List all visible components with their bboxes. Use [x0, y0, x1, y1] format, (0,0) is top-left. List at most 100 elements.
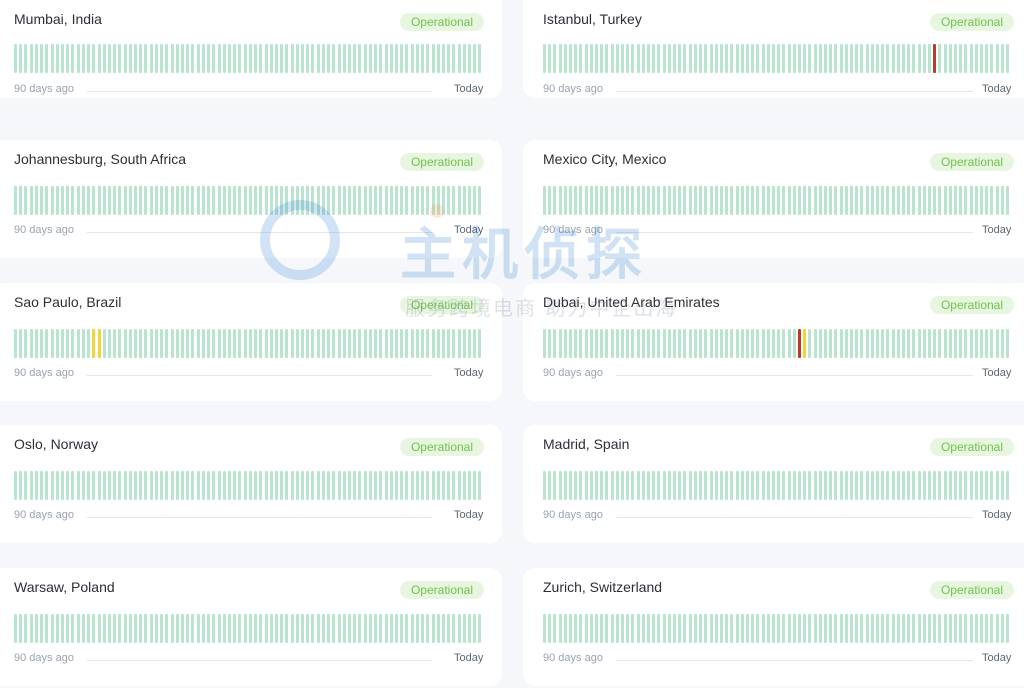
- uptime-day-bar[interactable]: [714, 186, 718, 215]
- uptime-day-bar[interactable]: [943, 471, 947, 500]
- uptime-day-bar[interactable]: [797, 44, 801, 73]
- uptime-day-bar[interactable]: [881, 44, 885, 73]
- uptime-day-bar[interactable]: [928, 44, 932, 73]
- uptime-day-bar[interactable]: [579, 329, 583, 358]
- uptime-day-bar[interactable]: [468, 614, 472, 643]
- uptime-day-bar[interactable]: [175, 44, 179, 73]
- uptime-day-bar[interactable]: [813, 614, 817, 643]
- uptime-day-bar[interactable]: [400, 614, 404, 643]
- uptime-day-bar[interactable]: [876, 614, 879, 643]
- uptime-day-bar[interactable]: [876, 186, 879, 215]
- uptime-day-bar[interactable]: [259, 329, 263, 358]
- uptime-day-bar[interactable]: [92, 614, 96, 643]
- uptime-day-bar[interactable]: [342, 186, 346, 215]
- uptime-day-bar[interactable]: [457, 44, 461, 73]
- uptime-day-bar[interactable]: [886, 614, 890, 643]
- uptime-day-bar[interactable]: [974, 471, 978, 500]
- uptime-day-bar[interactable]: [170, 614, 174, 643]
- uptime-day-bar[interactable]: [730, 614, 734, 643]
- uptime-day-bar[interactable]: [855, 471, 859, 500]
- uptime-day-bar[interactable]: [714, 44, 718, 73]
- uptime-day-bar[interactable]: [102, 186, 106, 215]
- uptime-day-bar[interactable]: [400, 44, 404, 73]
- uptime-day-bar[interactable]: [943, 614, 947, 643]
- uptime-day-bar[interactable]: [217, 44, 221, 73]
- uptime-day-bar[interactable]: [673, 329, 677, 358]
- uptime-day-bar[interactable]: [928, 329, 932, 358]
- status-card[interactable]: Dubai, United Arab Emirates Operational 90…: [523, 283, 1024, 401]
- uptime-day-bar[interactable]: [990, 186, 994, 215]
- uptime-day-bar[interactable]: [222, 329, 226, 358]
- uptime-day-bar[interactable]: [400, 186, 404, 215]
- uptime-day-bar[interactable]: [374, 186, 378, 215]
- uptime-day-bar[interactable]: [954, 471, 958, 500]
- uptime-day-bar[interactable]: [693, 44, 697, 73]
- uptime-day-bar[interactable]: [415, 614, 419, 643]
- uptime-day-bar[interactable]: [60, 186, 64, 215]
- uptime-day-bar[interactable]: [881, 186, 885, 215]
- uptime-day-bar[interactable]: [45, 44, 49, 73]
- uptime-day-bar[interactable]: [358, 471, 362, 500]
- uptime-day-bar[interactable]: [813, 44, 817, 73]
- uptime-day-bar[interactable]: [405, 329, 409, 358]
- uptime-day-bar[interactable]: [808, 471, 812, 500]
- uptime-day-bar[interactable]: [985, 471, 989, 500]
- uptime-day-bar[interactable]: [657, 329, 661, 358]
- uptime-day-bar[interactable]: [264, 329, 268, 358]
- uptime-day-bar[interactable]: [626, 44, 630, 73]
- uptime-day-bar[interactable]: [787, 614, 791, 643]
- uptime-day-bar[interactable]: [426, 471, 430, 500]
- uptime-day-bar[interactable]: [348, 186, 351, 215]
- uptime-day-bar[interactable]: [238, 44, 242, 73]
- uptime-day-bar[interactable]: [66, 471, 70, 500]
- uptime-day-bar[interactable]: [290, 614, 294, 643]
- uptime-day-bar[interactable]: [933, 614, 937, 643]
- uptime-day-bar[interactable]: [699, 614, 703, 643]
- uptime-day-bar[interactable]: [144, 186, 148, 215]
- uptime-day-bar[interactable]: [907, 329, 911, 358]
- uptime-day-bar[interactable]: [860, 471, 864, 500]
- uptime-day-bar[interactable]: [123, 186, 127, 215]
- uptime-day-bar[interactable]: [902, 44, 906, 73]
- uptime-day-bar[interactable]: [144, 471, 148, 500]
- uptime-day-bar[interactable]: [301, 614, 305, 643]
- uptime-day-bar[interactable]: [558, 471, 562, 500]
- uptime-day-bar[interactable]: [823, 329, 827, 358]
- uptime-day-bar[interactable]: [745, 329, 749, 358]
- uptime-day-bar[interactable]: [745, 614, 749, 643]
- uptime-day-bar[interactable]: [342, 471, 346, 500]
- uptime-day-bar[interactable]: [259, 471, 263, 500]
- uptime-day-bar[interactable]: [605, 329, 609, 358]
- uptime-day-bar[interactable]: [667, 471, 671, 500]
- uptime-day-bar[interactable]: [50, 44, 54, 73]
- uptime-day-bar[interactable]: [87, 186, 91, 215]
- uptime-day-bar[interactable]: [964, 186, 968, 215]
- uptime-day-bar[interactable]: [441, 614, 445, 643]
- uptime-day-bar[interactable]: [797, 614, 801, 643]
- uptime-day-bar[interactable]: [959, 44, 963, 73]
- uptime-day-bar[interactable]: [740, 44, 744, 73]
- uptime-day-bar[interactable]: [860, 614, 864, 643]
- uptime-day-bar[interactable]: [295, 614, 299, 643]
- uptime-day-bar[interactable]: [683, 471, 687, 500]
- uptime-day-bar[interactable]: [254, 44, 258, 73]
- uptime-day-bar[interactable]: [128, 471, 132, 500]
- uptime-day-bar[interactable]: [87, 471, 91, 500]
- uptime-day-bar[interactable]: [254, 614, 258, 643]
- uptime-day-bar[interactable]: [227, 614, 231, 643]
- uptime-day-bar[interactable]: [969, 44, 973, 73]
- uptime-day-bar[interactable]: [865, 614, 869, 643]
- uptime-day-bar[interactable]: [436, 471, 440, 500]
- uptime-day-bar[interactable]: [985, 329, 989, 358]
- uptime-day-bar[interactable]: [756, 329, 760, 358]
- uptime-day-bar[interactable]: [823, 471, 827, 500]
- uptime-day-bar[interactable]: [311, 186, 315, 215]
- uptime-day-bar[interactable]: [818, 471, 822, 500]
- uptime-day-bar[interactable]: [548, 614, 552, 643]
- uptime-day-bar[interactable]: [803, 329, 807, 358]
- uptime-day-bar[interactable]: [579, 614, 583, 643]
- uptime-day-bar[interactable]: [128, 614, 132, 643]
- uptime-day-bar[interactable]: [771, 186, 775, 215]
- status-card[interactable]: Mumbai, India Operational 90 days ago Today: [0, 0, 502, 98]
- uptime-day-bar[interactable]: [60, 614, 64, 643]
